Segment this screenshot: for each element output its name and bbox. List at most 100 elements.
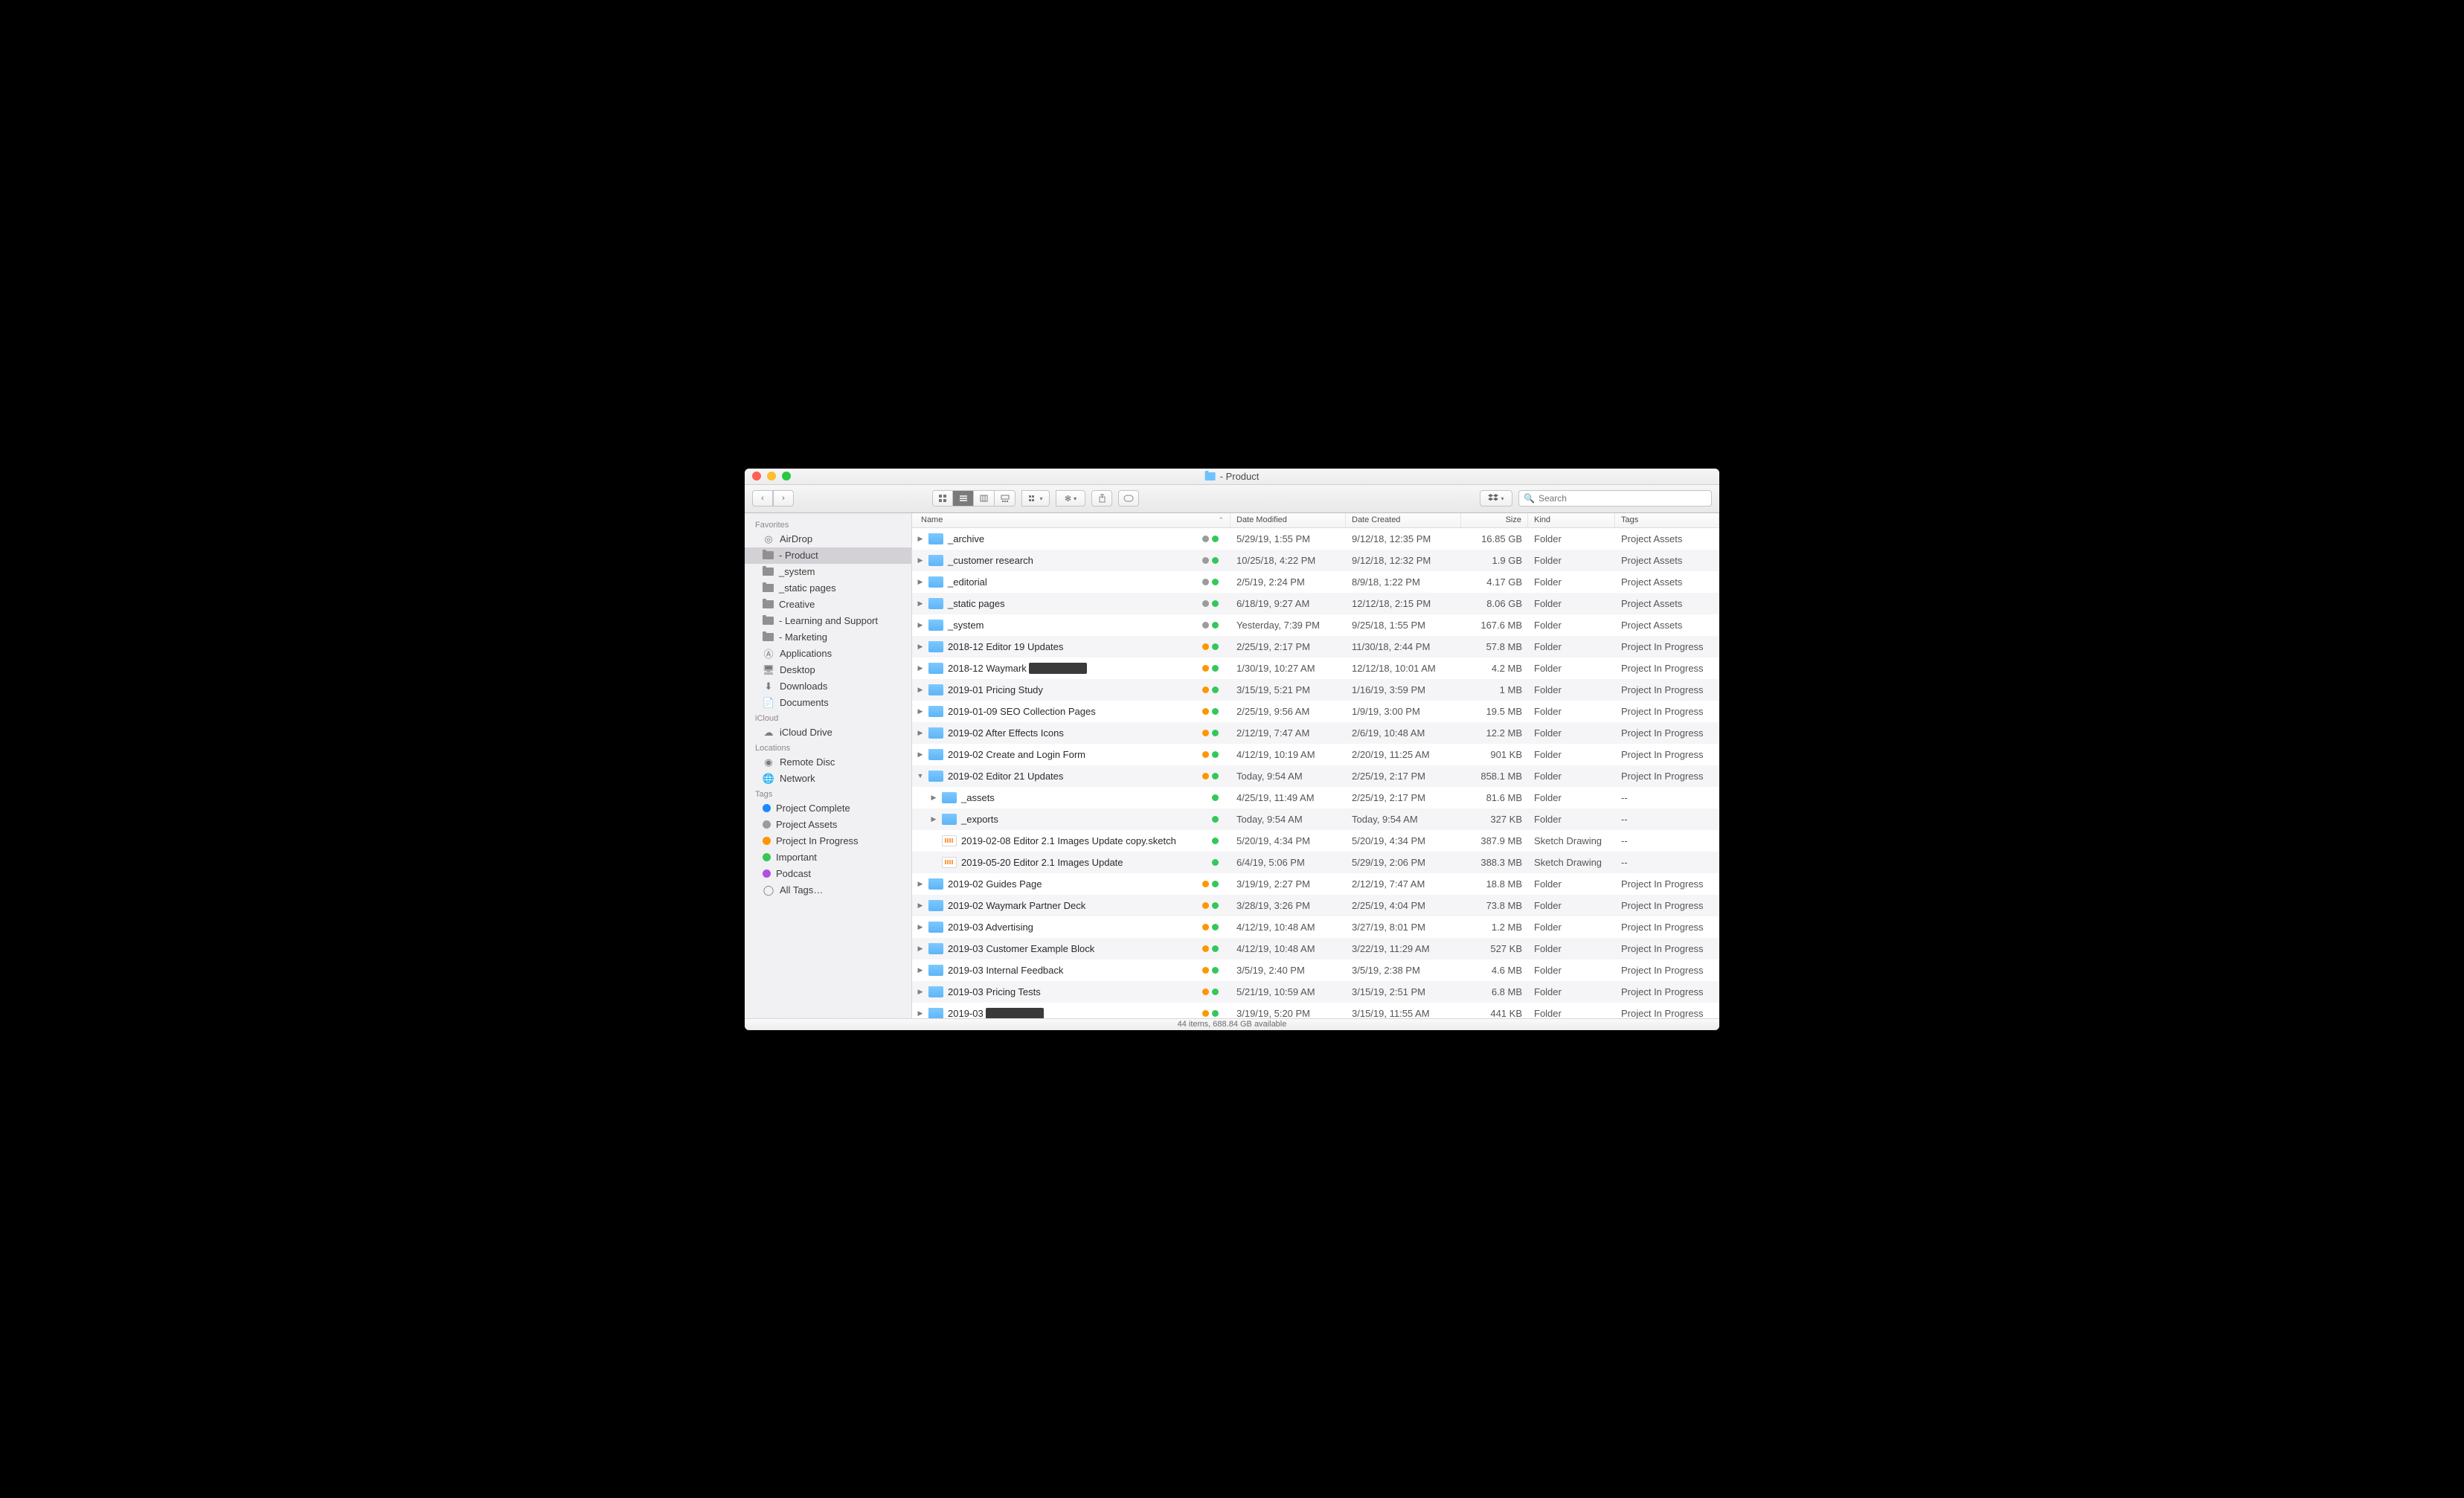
disclosure-triangle-icon[interactable]: ▶ bbox=[917, 707, 924, 716]
disclosure-triangle-icon[interactable]: ▶ bbox=[917, 556, 924, 565]
header-kind[interactable]: Kind bbox=[1528, 513, 1615, 527]
disclosure-triangle-icon[interactable]: ▼ bbox=[917, 772, 924, 779]
status-dot-icon bbox=[1212, 665, 1219, 672]
minimize-button[interactable] bbox=[767, 472, 776, 480]
group-by-button[interactable]: ▾ bbox=[1021, 490, 1050, 507]
disclosure-triangle-icon[interactable]: ▶ bbox=[917, 664, 924, 672]
sidebar-item[interactable]: 📄Documents bbox=[745, 695, 911, 711]
file-row[interactable]: ▶ 2019-03 Customer Example Block 4/12/19… bbox=[912, 938, 1719, 959]
sidebar-item[interactable]: - Learning and Support bbox=[745, 613, 911, 629]
sidebar-item[interactable]: ⬇Downloads bbox=[745, 678, 911, 695]
sidebar-item[interactable]: ◉Remote Disc bbox=[745, 754, 911, 771]
file-row[interactable]: ▶ 2019-03 Advertising 4/12/19, 10:48 AM … bbox=[912, 916, 1719, 938]
disc-icon: ◉ bbox=[763, 756, 774, 768]
file-row[interactable]: ▶ 2019-02 Create and Login Form 4/12/19,… bbox=[912, 744, 1719, 765]
sidebar-item[interactable]: 🖥Desktop bbox=[745, 662, 911, 678]
list-view-button[interactable] bbox=[953, 490, 974, 507]
file-row[interactable]: ▶ 2019-03 Internal Feedback 3/5/19, 2:40… bbox=[912, 959, 1719, 981]
tags-button[interactable] bbox=[1118, 490, 1139, 507]
disclosure-triangle-icon[interactable]: ▶ bbox=[917, 729, 924, 737]
search-input[interactable] bbox=[1539, 493, 1707, 504]
file-row[interactable]: ▶ _editorial 2/5/19, 2:24 PM 8/9/18, 1:2… bbox=[912, 571, 1719, 593]
disclosure-triangle-icon[interactable]: ▶ bbox=[917, 988, 924, 996]
sidebar-item[interactable]: ☁iCloud Drive bbox=[745, 724, 911, 741]
sidebar-item[interactable]: Creative bbox=[745, 597, 911, 613]
cell-tags: Project In Progress bbox=[1615, 771, 1719, 782]
column-view-button[interactable] bbox=[974, 490, 995, 507]
sidebar-item[interactable]: Project Complete bbox=[745, 800, 911, 817]
disclosure-triangle-icon[interactable]: ▶ bbox=[917, 599, 924, 608]
sidebar-item[interactable]: - Product bbox=[745, 547, 911, 564]
disclosure-triangle-icon[interactable]: ▶ bbox=[917, 966, 924, 974]
search-field[interactable]: 🔍 bbox=[1518, 490, 1712, 507]
file-row[interactable]: ▶ 2019-02 Guides Page 3/19/19, 2:27 PM 2… bbox=[912, 873, 1719, 895]
disclosure-triangle-icon[interactable]: ▶ bbox=[930, 794, 937, 802]
file-row[interactable]: ▶ _archive 5/29/19, 1:55 PM 9/12/18, 12:… bbox=[912, 528, 1719, 550]
sidebar-item[interactable]: Project Assets bbox=[745, 817, 911, 833]
file-row[interactable]: ▼ 2019-02 Editor 21 Updates Today, 9:54 … bbox=[912, 765, 1719, 787]
sidebar-item[interactable]: Project In Progress bbox=[745, 833, 911, 849]
file-row[interactable]: ▶ 2019-03 Pricing Tests 5/21/19, 10:59 A… bbox=[912, 981, 1719, 1003]
folder-icon bbox=[942, 814, 957, 825]
cell-name: ▶ 2019-03 ████████ bbox=[912, 1008, 1231, 1018]
header-size[interactable]: Size bbox=[1461, 513, 1528, 527]
back-button[interactable]: ‹ bbox=[752, 490, 773, 507]
header-date-created[interactable]: Date Created bbox=[1346, 513, 1461, 527]
file-row[interactable]: ▶ _exports Today, 9:54 AM Today, 9:54 AM… bbox=[912, 809, 1719, 830]
disclosure-triangle-icon[interactable]: ▶ bbox=[917, 578, 924, 586]
disclosure-triangle-icon[interactable]: ▶ bbox=[917, 621, 924, 629]
statusbar: 44 items, 688.84 GB available bbox=[745, 1018, 1719, 1030]
disclosure-triangle-icon[interactable]: ▶ bbox=[917, 643, 924, 651]
close-button[interactable] bbox=[752, 472, 761, 480]
gallery-view-button[interactable] bbox=[995, 490, 1016, 507]
header-date-modified[interactable]: Date Modified bbox=[1231, 513, 1346, 527]
sidebar-item[interactable]: - Marketing bbox=[745, 629, 911, 646]
file-row[interactable]: 2019-02-08 Editor 2.1 Images Update copy… bbox=[912, 830, 1719, 852]
disclosure-triangle-icon[interactable]: ▶ bbox=[917, 901, 924, 910]
sidebar-item[interactable]: ◎AirDrop bbox=[745, 531, 911, 547]
file-row[interactable]: ▶ _static pages 6/18/19, 9:27 AM 12/12/1… bbox=[912, 593, 1719, 614]
file-row[interactable]: ▶ 2019-02 Waymark Partner Deck 3/28/19, … bbox=[912, 895, 1719, 916]
disclosure-triangle-icon[interactable]: ▶ bbox=[917, 1009, 924, 1018]
disclosure-triangle-icon[interactable]: ▶ bbox=[917, 686, 924, 694]
cell-size: 16.85 GB bbox=[1461, 533, 1528, 544]
file-row[interactable]: ▶ 2018-12 Editor 19 Updates 2/25/19, 2:1… bbox=[912, 636, 1719, 658]
disclosure-triangle-icon[interactable]: ▶ bbox=[930, 815, 937, 823]
disclosure-triangle-icon[interactable]: ▶ bbox=[917, 923, 924, 931]
cell-name: ▶ 2018-12 Editor 19 Updates bbox=[912, 641, 1231, 652]
header-tags[interactable]: Tags bbox=[1615, 513, 1719, 527]
sidebar-item-label: Desktop bbox=[780, 664, 815, 675]
sidebar-item[interactable]: ◯All Tags… bbox=[745, 882, 911, 899]
disclosure-triangle-icon[interactable]: ▶ bbox=[917, 750, 924, 759]
cell-date-created: 2/25/19, 4:04 PM bbox=[1346, 900, 1461, 911]
sidebar-item[interactable]: Important bbox=[745, 849, 911, 866]
file-row[interactable]: ▶ 2019-01 Pricing Study 3/15/19, 5:21 PM… bbox=[912, 679, 1719, 701]
disclosure-triangle-icon[interactable]: ▶ bbox=[917, 880, 924, 888]
file-row[interactable]: 2019-05-20 Editor 2.1 Images Update 6/4/… bbox=[912, 852, 1719, 873]
file-row[interactable]: ▶ 2018-12 Waymark ████████ 1/30/19, 10:2… bbox=[912, 658, 1719, 679]
file-row[interactable]: ▶ 2019-01-09 SEO Collection Pages 2/25/1… bbox=[912, 701, 1719, 722]
file-name: 2018-12 Editor 19 Updates bbox=[948, 641, 1063, 652]
zoom-button[interactable] bbox=[782, 472, 791, 480]
header-name[interactable]: Name⌃ bbox=[912, 513, 1231, 527]
status-dot-icon bbox=[1202, 622, 1209, 629]
sidebar-item[interactable]: ⒶApplications bbox=[745, 646, 911, 662]
sidebar-item[interactable]: _system bbox=[745, 564, 911, 580]
share-button[interactable] bbox=[1091, 490, 1112, 507]
file-row[interactable]: ▶ _customer research 10/25/18, 4:22 PM 9… bbox=[912, 550, 1719, 571]
folder-icon bbox=[928, 663, 943, 674]
file-row[interactable]: ▶ 2019-03 ████████ 3/19/19, 5:20 PM 3/15… bbox=[912, 1003, 1719, 1018]
file-row[interactable]: ▶ 2019-02 After Effects Icons 2/12/19, 7… bbox=[912, 722, 1719, 744]
sidebar-item[interactable]: _static pages bbox=[745, 580, 911, 597]
dropbox-button[interactable]: ▾ bbox=[1480, 490, 1512, 507]
disclosure-triangle-icon[interactable]: ▶ bbox=[917, 535, 924, 543]
action-menu-button[interactable]: ✻▾ bbox=[1056, 490, 1085, 507]
icon-view-button[interactable] bbox=[932, 490, 953, 507]
disclosure-triangle-icon[interactable]: ▶ bbox=[917, 945, 924, 953]
forward-button[interactable]: › bbox=[773, 490, 794, 507]
sidebar-item[interactable]: Podcast bbox=[745, 866, 911, 882]
sidebar-item[interactable]: 🌐Network bbox=[745, 771, 911, 787]
file-row[interactable]: ▶ _system Yesterday, 7:39 PM 9/25/18, 1:… bbox=[912, 614, 1719, 636]
file-row[interactable]: ▶ _assets 4/25/19, 11:49 AM 2/25/19, 2:1… bbox=[912, 787, 1719, 809]
status-dot-icon bbox=[1202, 967, 1209, 974]
